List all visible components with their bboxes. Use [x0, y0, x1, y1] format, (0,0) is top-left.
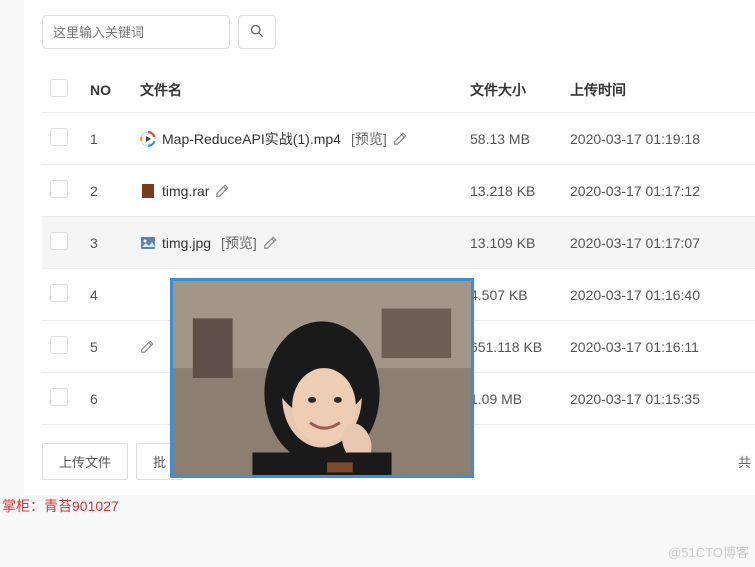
edit-icon[interactable] — [263, 236, 277, 250]
row-no: 6 — [82, 373, 132, 425]
upload-time: 2020-03-17 01:17:07 — [562, 217, 755, 269]
owner-label: 掌柜：青苔901027 — [2, 496, 119, 516]
col-size-header: 文件大小 — [462, 67, 562, 113]
search-button[interactable] — [238, 15, 276, 49]
file-size: 1.09 MB — [462, 373, 562, 425]
preview-link[interactable]: [预览] — [221, 233, 257, 253]
search-row — [42, 15, 755, 49]
image-preview-popup — [170, 278, 474, 478]
search-icon — [250, 24, 264, 41]
select-all-checkbox[interactable] — [50, 79, 68, 97]
file-name[interactable]: timg.rar — [162, 183, 209, 199]
upload-time: 2020-03-17 01:19:18 — [562, 113, 755, 165]
row-no: 2 — [82, 165, 132, 217]
jpg-file-icon — [140, 235, 156, 251]
total-count-label: 共 — [738, 452, 755, 471]
table-row: 1 Map-ReduceAPI实战(1).mp4 [预览] 58.13 MB2020-… — [42, 113, 755, 165]
row-no: 3 — [82, 217, 132, 269]
upload-button[interactable]: 上传文件 — [42, 443, 128, 480]
file-size: 651.118 KB — [462, 321, 562, 373]
file-size: 58.13 MB — [462, 113, 562, 165]
edit-icon[interactable] — [393, 132, 407, 146]
upload-time: 2020-03-17 01:16:11 — [562, 321, 755, 373]
row-checkbox[interactable] — [50, 284, 68, 302]
search-input[interactable] — [42, 15, 230, 49]
edit-icon[interactable] — [215, 184, 229, 198]
file-cell: Map-ReduceAPI实战(1).mp4 [预览] — [140, 129, 454, 149]
upload-time: 2020-03-17 01:15:35 — [562, 373, 755, 425]
edit-icon[interactable] — [140, 340, 154, 354]
file-name[interactable]: timg.jpg — [162, 235, 211, 251]
row-checkbox[interactable] — [50, 232, 68, 250]
mp4-file-icon — [140, 131, 156, 147]
file-cell: timg.jpg [预览] — [140, 233, 454, 253]
row-checkbox[interactable] — [50, 128, 68, 146]
row-checkbox[interactable] — [50, 388, 68, 406]
file-size: 13.218 KB — [462, 165, 562, 217]
row-no: 5 — [82, 321, 132, 373]
preview-link[interactable]: [预览] — [351, 129, 387, 149]
rar-file-icon — [140, 183, 156, 199]
file-cell: timg.rar — [140, 183, 454, 199]
col-time-header: 上传时间 — [562, 67, 755, 113]
table-row: 2 timg.rar 13.218 KB2020-03-17 01:17:12 — [42, 165, 755, 217]
upload-time: 2020-03-17 01:16:40 — [562, 269, 755, 321]
table-row: 3 timg.jpg [预览] 13.109 KB2020-03-17 01:17:0… — [42, 217, 755, 269]
file-size: 4.507 KB — [462, 269, 562, 321]
row-no: 4 — [82, 269, 132, 321]
col-no-header: NO — [82, 67, 132, 113]
row-checkbox[interactable] — [50, 180, 68, 198]
file-size: 13.109 KB — [462, 217, 562, 269]
col-name-header: 文件名 — [132, 67, 462, 113]
watermark-label: @51CTO博客 — [668, 542, 749, 561]
file-name[interactable]: Map-ReduceAPI实战(1).mp4 — [162, 129, 341, 149]
row-no: 1 — [82, 113, 132, 165]
row-checkbox[interactable] — [50, 336, 68, 354]
upload-time: 2020-03-17 01:17:12 — [562, 165, 755, 217]
